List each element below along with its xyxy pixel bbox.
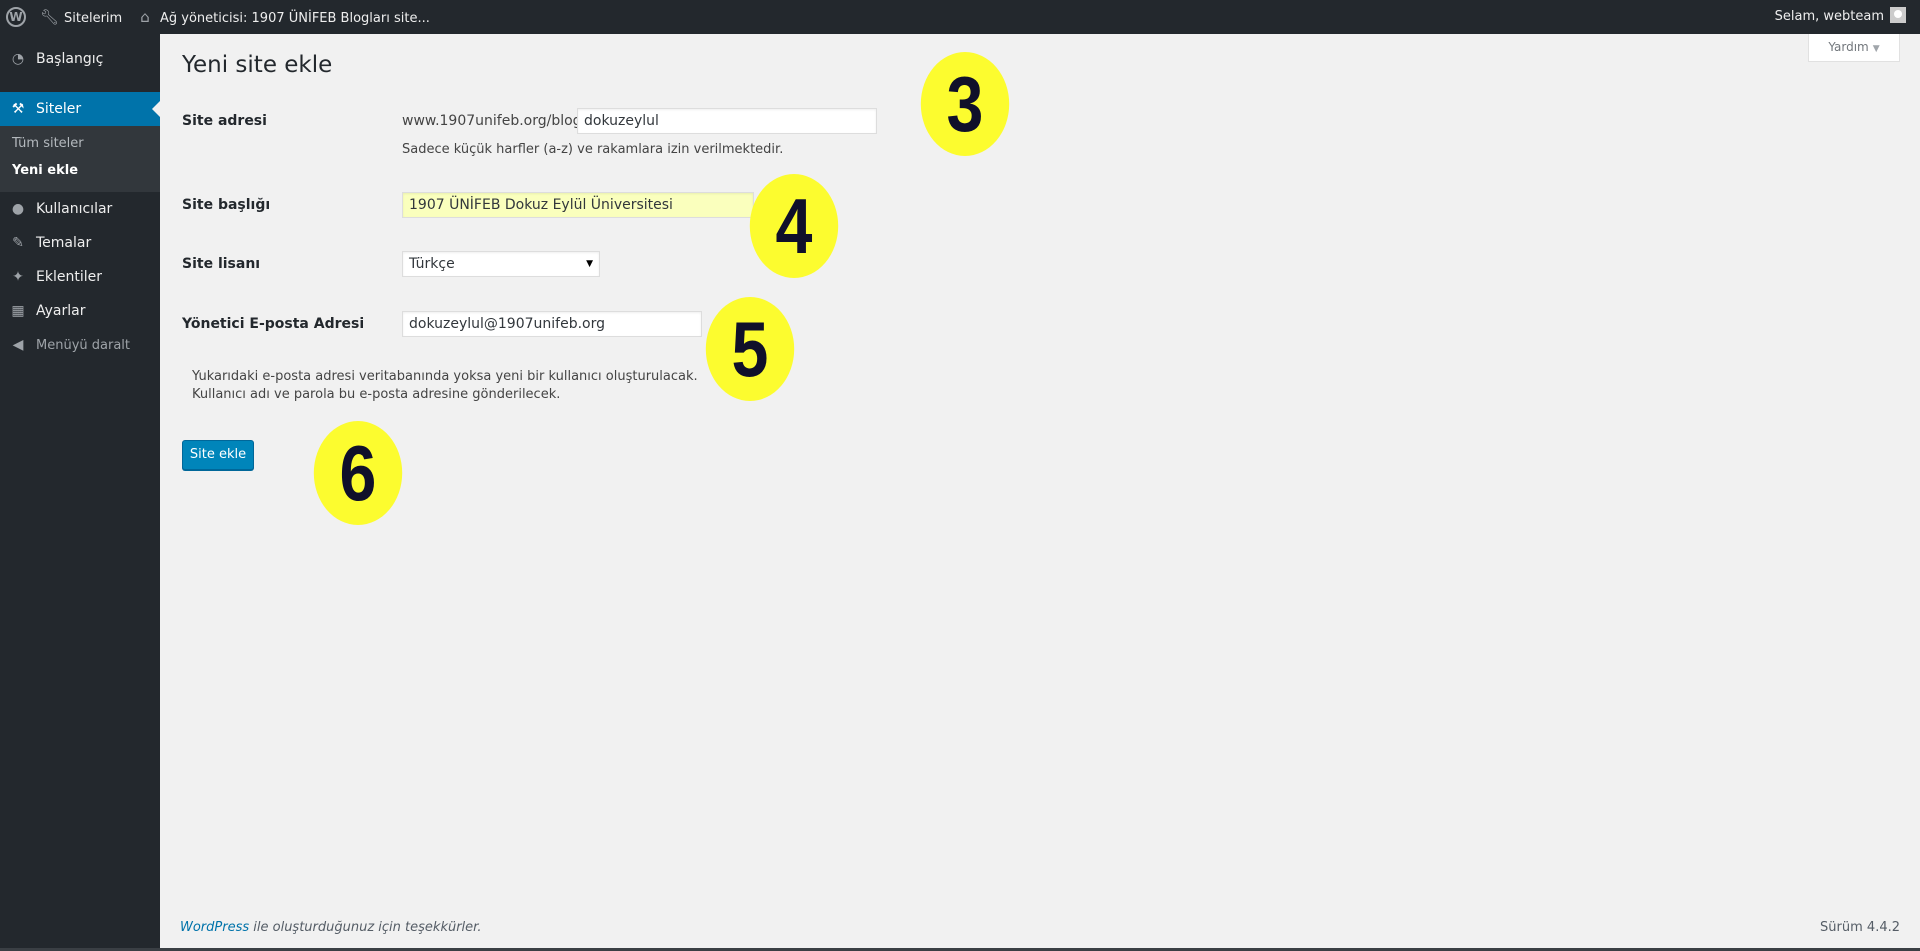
network-admin-label: Ağ yöneticisi: 1907 ÜNİFEB Blogları site…: [160, 11, 430, 26]
submenu-add-new[interactable]: Yeni ekle: [12, 163, 78, 178]
brush-icon: ✎: [12, 235, 24, 251]
dropdown-arrow-icon: ▼: [586, 259, 593, 269]
site-address-input[interactable]: dokuzeylul: [577, 108, 877, 134]
admin-sidebar: ◔ Başlangıç ⚒ Siteler Tüm siteler Yeni ekl…: [0, 34, 160, 951]
howdy-label: Selam, webteam: [1774, 9, 1884, 24]
admin-bar: 🔧︎ Sitelerim ⌂ Ağ yöneticisi: 1907 ÜNİFEB …: [0, 0, 1920, 34]
admin-email-input[interactable]: dokuzeylul@1907unifeb.org: [402, 311, 702, 337]
sidebar-item-label: Siteler: [36, 101, 82, 117]
collapse-arrow-icon: ◀: [12, 337, 24, 353]
sidebar-item-sites[interactable]: ⚒ Siteler: [0, 92, 160, 126]
sidebar-item-users[interactable]: ● Kullanıcılar: [0, 192, 160, 226]
footer-thanks-text: ile oluşturduğunuz için teşekkürler.: [249, 920, 482, 935]
wrench-icon: 🔧︎: [40, 8, 60, 26]
annotation-badge-3: 3: [920, 52, 1010, 156]
my-sites-label: Sitelerim: [64, 11, 123, 26]
site-address-prefix: www.1907unifeb.org/blog/: [402, 113, 587, 129]
site-language-label: Site lisanı: [182, 256, 261, 272]
site-language-select[interactable]: Türkçe ▼: [402, 251, 600, 277]
sidebar-item-label: Eklentiler: [36, 269, 102, 285]
annotation-badge-5: 5: [705, 297, 795, 401]
users-icon: ●: [11, 201, 25, 217]
annotation-badge-4: 4: [749, 174, 839, 278]
email-note-line1: Yukarıdaki e-posta adresi veritabanında …: [192, 369, 698, 384]
wordpress-link[interactable]: WordPress: [180, 920, 249, 935]
help-label: Yardım: [1828, 40, 1869, 54]
plugins-icon: ✦: [12, 269, 24, 285]
sidebar-item-settings[interactable]: ▦ Ayarlar: [0, 294, 160, 328]
submenu-all-sites[interactable]: Tüm siteler: [12, 136, 84, 151]
sidebar-item-themes[interactable]: ✎ Temalar: [0, 226, 160, 260]
add-site-button[interactable]: Site ekle: [182, 440, 254, 470]
caret-down-icon: ▼: [1872, 44, 1880, 54]
wordpress-logo-icon[interactable]: [6, 0, 30, 34]
site-address-label: Site adresi: [182, 113, 267, 129]
sidebar-item-dashboard[interactable]: ◔ Başlangıç: [0, 42, 160, 76]
sidebar-item-label: Ayarlar: [36, 303, 86, 319]
dashboard-icon: ◔: [11, 51, 25, 67]
email-note-line2: Kullanıcı adı ve parola bu e-posta adres…: [192, 387, 561, 402]
account-menu[interactable]: Selam, webteam: [1775, 0, 1906, 34]
admin-email-label: Yönetici E-posta Adresi: [182, 316, 365, 332]
sidebar-item-label: Başlangıç: [36, 51, 104, 67]
avatar: [1890, 6, 1906, 23]
site-title-input[interactable]: 1907 ÜNİFEB Dokuz Eylül Üniversitesi: [402, 192, 754, 218]
sites-submenu: Tüm siteler Yeni ekle: [0, 126, 160, 192]
wrench-icon: ⚒: [11, 101, 25, 117]
main-content: Yardım ▼ Yeni site ekle Site adresi www.1…: [160, 34, 1920, 951]
site-language-value: Türkçe: [409, 256, 455, 272]
help-tab-button[interactable]: Yardım ▼: [1808, 34, 1900, 62]
collapse-menu-label: Menüyü daralt: [36, 338, 130, 353]
home-icon: ⌂: [140, 8, 150, 26]
footer-thanks: WordPress ile oluşturduğunuz için teşekk…: [180, 920, 481, 935]
collapse-menu-button[interactable]: ◀ Menüyü daralt: [0, 328, 160, 362]
site-title-label: Site başlığı: [182, 197, 271, 213]
sidebar-item-plugins[interactable]: ✦ Eklentiler: [0, 260, 160, 294]
annotation-badge-6: 6: [313, 421, 403, 525]
sidebar-item-label: Temalar: [36, 235, 92, 251]
footer-version: Sürüm 4.4.2: [1820, 920, 1900, 935]
page-title: Yeni site ekle: [182, 52, 333, 78]
site-address-note: Sadece küçük harfler (a-z) ve rakamlara …: [402, 142, 784, 157]
my-sites-menu[interactable]: 🔧︎ Sitelerim: [40, 0, 122, 34]
sidebar-item-label: Kullanıcılar: [36, 201, 113, 217]
network-admin-menu[interactable]: ⌂ Ağ yöneticisi: 1907 ÜNİFEB Blogları sit…: [136, 0, 430, 34]
settings-icon: ▦: [11, 303, 25, 319]
